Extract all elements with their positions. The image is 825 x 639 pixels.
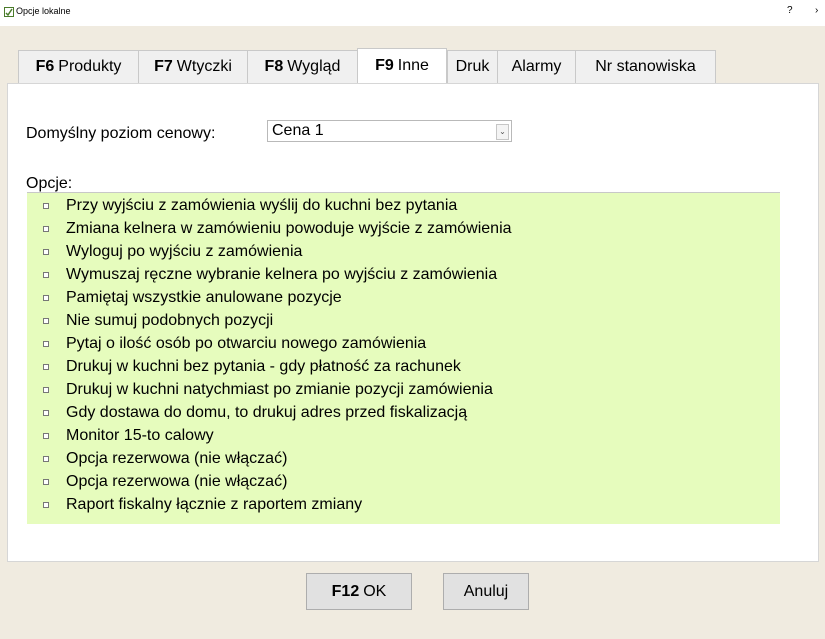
option-checkbox[interactable] (43, 502, 49, 508)
option-item[interactable]: Zmiana kelnera w zamówieniu powoduje wyj… (27, 218, 780, 241)
option-item[interactable]: Gdy dostawa do domu, to drukuj adres prz… (27, 402, 780, 425)
option-label: Drukuj w kuchni natychmiast po zmianie p… (66, 381, 493, 398)
tab-alarmy[interactable]: Alarmy (497, 50, 575, 83)
option-checkbox[interactable] (43, 341, 49, 347)
option-label: Wyloguj po wyjściu z zamówienia (66, 243, 303, 260)
tab-strip: F6 Produkty F7 Wtyczki F8 Wygląd F9 Inne Dru… (18, 48, 716, 83)
tab-nr-stanowiska[interactable]: Nr stanowiska (575, 50, 716, 83)
option-checkbox[interactable] (43, 295, 49, 301)
cancel-button[interactable]: Anuluj (443, 573, 529, 610)
option-item[interactable]: Monitor 15-to calowy (27, 425, 780, 448)
tab-inne[interactable]: F9 Inne (357, 48, 447, 83)
options-list: Przy wyjściu z zamówienia wyślij do kuch… (27, 192, 780, 524)
option-checkbox[interactable] (43, 479, 49, 485)
option-item[interactable]: Wyloguj po wyjściu z zamówienia (27, 241, 780, 264)
tab-wyglad[interactable]: F8 Wygląd (247, 50, 357, 83)
option-checkbox[interactable] (43, 272, 49, 278)
option-checkbox[interactable] (43, 249, 49, 255)
tab-druk[interactable]: Druk (447, 50, 497, 83)
option-item[interactable]: Opcja rezerwowa (nie włączać) (27, 448, 780, 471)
option-item[interactable]: Opcja rezerwowa (nie włączać) (27, 471, 780, 494)
option-label: Pytaj o ilość osób po otwarciu nowego za… (66, 335, 427, 352)
option-label: Opcja rezerwowa (nie włączać) (66, 473, 288, 490)
price-level-label: Domyślny poziom cenowy: (26, 125, 216, 142)
option-item[interactable]: Pamiętaj wszystkie anulowane pozycje (27, 287, 780, 310)
option-item[interactable]: Drukuj w kuchni natychmiast po zmianie p… (27, 379, 780, 402)
help-button[interactable]: ? (787, 5, 793, 16)
option-label: Wymuszaj ręczne wybranie kelnera po wyjś… (66, 266, 498, 283)
option-checkbox[interactable] (43, 433, 49, 439)
option-checkbox[interactable] (43, 203, 49, 209)
option-checkbox[interactable] (43, 456, 49, 462)
option-label: Pamiętaj wszystkie anulowane pozycje (66, 289, 342, 306)
price-level-select[interactable]: Cena 1 ⌄ (267, 120, 512, 142)
app-icon (4, 7, 14, 17)
option-item[interactable]: Przy wyjściu z zamówienia wyślij do kuch… (27, 195, 780, 218)
option-item[interactable]: Drukuj w kuchni bez pytania - gdy płatno… (27, 356, 780, 379)
title-bar: Opcje lokalne ? › (0, 0, 825, 26)
option-item[interactable]: Wymuszaj ręczne wybranie kelnera po wyjś… (27, 264, 780, 287)
option-label: Gdy dostawa do domu, to drukuj adres prz… (66, 404, 468, 421)
option-item[interactable]: Pytaj o ilość osób po otwarciu nowego za… (27, 333, 780, 356)
option-label: Opcja rezerwowa (nie włączać) (66, 450, 288, 467)
tab-wtyczki[interactable]: F7 Wtyczki (138, 50, 247, 83)
chevron-down-icon[interactable]: ⌄ (496, 124, 509, 140)
options-label: Opcje: (26, 175, 73, 192)
option-checkbox[interactable] (43, 387, 49, 393)
option-label: Zmiana kelnera w zamówieniu powoduje wyj… (66, 220, 512, 237)
ok-button[interactable]: F12 OK (306, 573, 412, 610)
option-label: Przy wyjściu z zamówienia wyślij do kuch… (66, 197, 458, 214)
option-checkbox[interactable] (43, 318, 49, 324)
close-button[interactable]: › (815, 5, 818, 16)
option-label: Monitor 15-to calowy (66, 427, 214, 444)
price-level-value: Cena 1 (272, 122, 324, 139)
option-label: Drukuj w kuchni bez pytania - gdy płatno… (66, 358, 461, 375)
option-label: Raport fiskalny łącznie z raportem zmian… (66, 496, 363, 513)
tab-produkty[interactable]: F6 Produkty (18, 50, 138, 83)
option-checkbox[interactable] (43, 410, 49, 416)
option-checkbox[interactable] (43, 364, 49, 370)
option-item[interactable]: Nie sumuj podobnych pozycji (27, 310, 780, 333)
option-label: Nie sumuj podobnych pozycji (66, 312, 274, 329)
window-title: Opcje lokalne (16, 6, 71, 16)
option-item[interactable]: Raport fiskalny łącznie z raportem zmian… (27, 494, 780, 517)
option-checkbox[interactable] (43, 226, 49, 232)
